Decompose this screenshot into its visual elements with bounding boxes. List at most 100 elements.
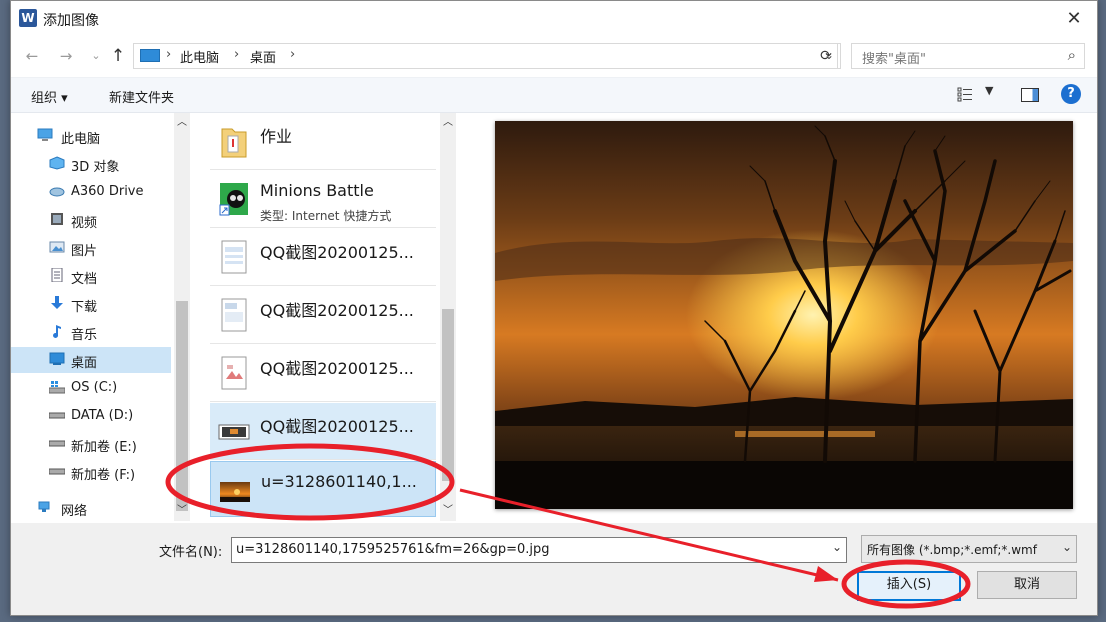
sidebar-item-label: 图片 — [71, 244, 98, 259]
sidebar-item-label: 此电脑 — [61, 132, 101, 147]
filename-dropdown-icon[interactable]: ⌄ — [832, 540, 842, 554]
search-icon[interactable]: ⌕ — [1068, 46, 1076, 64]
view-options-icon[interactable] — [957, 86, 973, 102]
word-app-icon: W — [19, 9, 37, 27]
new-folder-button[interactable]: 新建文件夹 — [109, 87, 174, 106]
sidebar-item-a360-drive[interactable]: A360 Drive — [11, 179, 171, 205]
dialog-footer: 文件名(N): u=3128601140,1759525761&fm=26&gp… — [11, 523, 1097, 615]
file-name: QQ截图20200125... — [260, 243, 414, 262]
image-doc-icon — [221, 356, 247, 390]
cancel-button[interactable]: 取消 — [977, 571, 1077, 599]
filename-value: u=3128601140,1759525761&fm=26&gp=0.jpg — [236, 542, 550, 557]
sidebar-item-this-pc[interactable]: 此电脑 — [11, 123, 171, 149]
shortcut-icon — [219, 183, 248, 216]
title-bar: W 添加图像 ✕ — [11, 1, 1097, 37]
close-button[interactable]: ✕ — [1051, 1, 1097, 37]
music-icon — [53, 325, 61, 338]
drive-icon — [49, 412, 65, 419]
scroll-up-icon[interactable]: ︿ — [174, 115, 190, 131]
dialog-title: 添加图像 — [43, 13, 99, 29]
breadcrumb-this-pc[interactable]: 此电脑 — [180, 47, 219, 66]
forward-button[interactable]: → — [53, 43, 79, 69]
filename-label: 文件名(N): — [159, 545, 223, 560]
sidebar-item-videos[interactable]: 视频 — [11, 207, 171, 233]
image-doc-icon — [221, 298, 247, 332]
navigation-pane: 此电脑 3D 对象 A360 Drive 视频 图片 文档 下载 音乐 桌面 O… — [11, 113, 171, 521]
list-item[interactable]: QQ截图20200125... — [210, 287, 436, 344]
scrollbar-thumb[interactable] — [176, 301, 188, 511]
sidebar-item-label: 网络 — [61, 504, 88, 519]
breadcrumb-separator: › — [234, 47, 240, 62]
windows-drive-icon — [49, 381, 65, 394]
insert-button[interactable]: 插入(S) — [857, 571, 961, 601]
search-placeholder: 搜索"桌面" — [862, 52, 926, 67]
network-icon — [38, 501, 50, 512]
file-type-label: 类型: Internet 快捷方式 — [260, 209, 392, 223]
breadcrumb-separator: › — [290, 47, 296, 62]
image-thumb-icon — [218, 424, 250, 440]
view-dropdown-icon[interactable]: ▼ — [985, 84, 993, 97]
drive-icon — [49, 468, 65, 475]
downloads-icon — [51, 296, 63, 309]
scroll-down-icon[interactable]: ﹀ — [174, 503, 190, 519]
address-bar[interactable]: › 此电脑 › 桌面 › ⌄ — [133, 43, 841, 69]
sidebar-item-label: DATA (D:) — [71, 408, 134, 423]
scroll-down-icon[interactable]: ﹀ — [440, 503, 456, 519]
sidebar-item-label: 视频 — [71, 216, 98, 231]
file-type-select[interactable]: 所有图像 (*.bmp;*.emf;*.wmf ⌄ — [861, 535, 1077, 563]
sidebar-item-label: OS (C:) — [71, 380, 118, 395]
sidebar-item-pictures[interactable]: 图片 — [11, 235, 171, 261]
sidebar-item-os-c[interactable]: OS (C:) — [11, 375, 171, 401]
image-preview — [495, 121, 1073, 509]
folder-file-icon — [221, 128, 247, 158]
sidebar-item-label: 音乐 — [71, 328, 98, 343]
file-list: 作业 Minions Battle 类型: Internet 快捷方式 QQ截图… — [210, 113, 436, 521]
sidebar-item-new-volume-e[interactable]: 新加卷 (E:) — [11, 431, 171, 457]
3d-objects-icon — [49, 156, 65, 170]
file-name: u=3128601140,1... — [261, 472, 417, 491]
file-type-dropdown-icon[interactable]: ⌄ — [1062, 540, 1072, 554]
sidebar-item-new-volume-f[interactable]: 新加卷 (F:) — [11, 459, 171, 485]
file-name: QQ截图20200125... — [260, 359, 414, 378]
navigation-bar: ← → ⌄ ↑ › 此电脑 › 桌面 › ⌄ ⟳ 搜索"桌面" ⌕ — [11, 39, 1097, 73]
sidebar-item-network[interactable]: 网络 — [11, 495, 171, 521]
list-item[interactable]: u=3128601140,1... — [210, 461, 436, 517]
list-item[interactable]: Minions Battle 类型: Internet 快捷方式 — [210, 171, 436, 228]
scroll-up-icon[interactable]: ︿ — [440, 115, 456, 131]
sidebar-item-desktop[interactable]: 桌面 — [11, 347, 171, 373]
sidebar-item-label: 下载 — [71, 300, 98, 315]
list-item[interactable]: QQ截图20200125... — [210, 403, 436, 460]
drive-icon — [49, 440, 65, 447]
up-folder-button[interactable]: ↑ — [105, 43, 131, 69]
navigation-pane-scrollbar[interactable]: ︿ ﹀ — [174, 113, 190, 521]
refresh-button[interactable]: ⟳ — [815, 43, 838, 69]
sidebar-item-3d-objects[interactable]: 3D 对象 — [11, 151, 171, 177]
back-button[interactable]: ← — [19, 43, 45, 69]
command-toolbar: 组织 ▾ 新建文件夹 ▼ ? — [11, 77, 1097, 113]
breadcrumb-desktop[interactable]: 桌面 — [250, 47, 276, 66]
list-item[interactable]: 作业 — [210, 113, 436, 170]
file-type-value: 所有图像 (*.bmp;*.emf;*.wmf — [867, 543, 1037, 557]
breadcrumb-separator: › — [166, 47, 172, 62]
file-name: Minions Battle — [260, 181, 374, 200]
sidebar-item-downloads[interactable]: 下载 — [11, 291, 171, 317]
image-doc-icon — [221, 240, 247, 274]
file-name: QQ截图20200125... — [260, 417, 414, 436]
sidebar-item-data-d[interactable]: DATA (D:) — [11, 403, 171, 429]
sidebar-item-documents[interactable]: 文档 — [11, 263, 171, 289]
preview-pane-icon[interactable] — [1021, 88, 1039, 102]
sidebar-item-label: A360 Drive — [71, 184, 144, 199]
organize-menu[interactable]: 组织 ▾ — [31, 87, 68, 106]
list-item[interactable]: QQ截图20200125... — [210, 229, 436, 286]
search-box[interactable]: 搜索"桌面" ⌕ — [851, 43, 1085, 69]
help-icon[interactable]: ? — [1061, 84, 1081, 104]
video-icon — [51, 213, 63, 225]
sidebar-item-label: 文档 — [71, 272, 98, 287]
list-item[interactable]: QQ截图20200125... — [210, 345, 436, 402]
sidebar-item-music[interactable]: 音乐 — [11, 319, 171, 345]
pictures-icon — [49, 241, 65, 253]
file-list-scrollbar[interactable]: ︿ ﹀ — [440, 113, 456, 521]
sidebar-item-label: 新加卷 (F:) — [71, 468, 136, 483]
scrollbar-thumb[interactable] — [442, 309, 454, 481]
filename-input[interactable]: u=3128601140,1759525761&fm=26&gp=0.jpg ⌄ — [231, 537, 847, 563]
